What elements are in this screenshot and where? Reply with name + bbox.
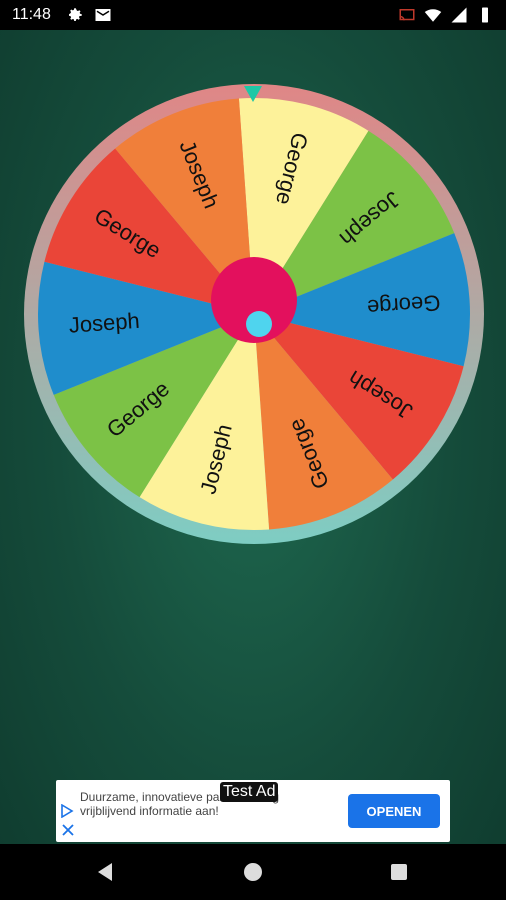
gear-icon bbox=[69, 8, 82, 21]
ad-label: Test Ad bbox=[220, 782, 279, 802]
wheel-hub-dot bbox=[246, 311, 272, 337]
close-icon[interactable] bbox=[62, 824, 74, 836]
cast-icon bbox=[399, 9, 415, 21]
wheel-segment-label: Joseph bbox=[68, 308, 141, 338]
mail-icon bbox=[95, 9, 111, 21]
home-icon[interactable] bbox=[241, 860, 265, 884]
wifi-icon bbox=[424, 9, 442, 22]
status-time: 11:48 bbox=[12, 6, 51, 23]
ad-open-button[interactable]: OPENEN bbox=[348, 794, 440, 828]
wheel-graphic[interactable]: GeorgeJosephGeorgeJosephGeorgeJosephGeor… bbox=[24, 84, 484, 544]
battery-icon bbox=[482, 7, 488, 23]
navigation-bar bbox=[0, 844, 506, 900]
ad-banner[interactable]: Duurzame, innovatieve pallets. Vraag vri… bbox=[56, 780, 450, 842]
wheel-segment-label: George bbox=[366, 290, 441, 320]
recents-icon[interactable] bbox=[387, 860, 411, 884]
back-icon[interactable] bbox=[94, 860, 118, 884]
spin-wheel[interactable]: George Joseph George Joseph George Joseph Geor… bbox=[24, 84, 484, 544]
status-bar: 11:48 bbox=[0, 0, 506, 30]
signal-icon bbox=[451, 7, 467, 23]
ad-choices-icon[interactable] bbox=[60, 804, 74, 818]
